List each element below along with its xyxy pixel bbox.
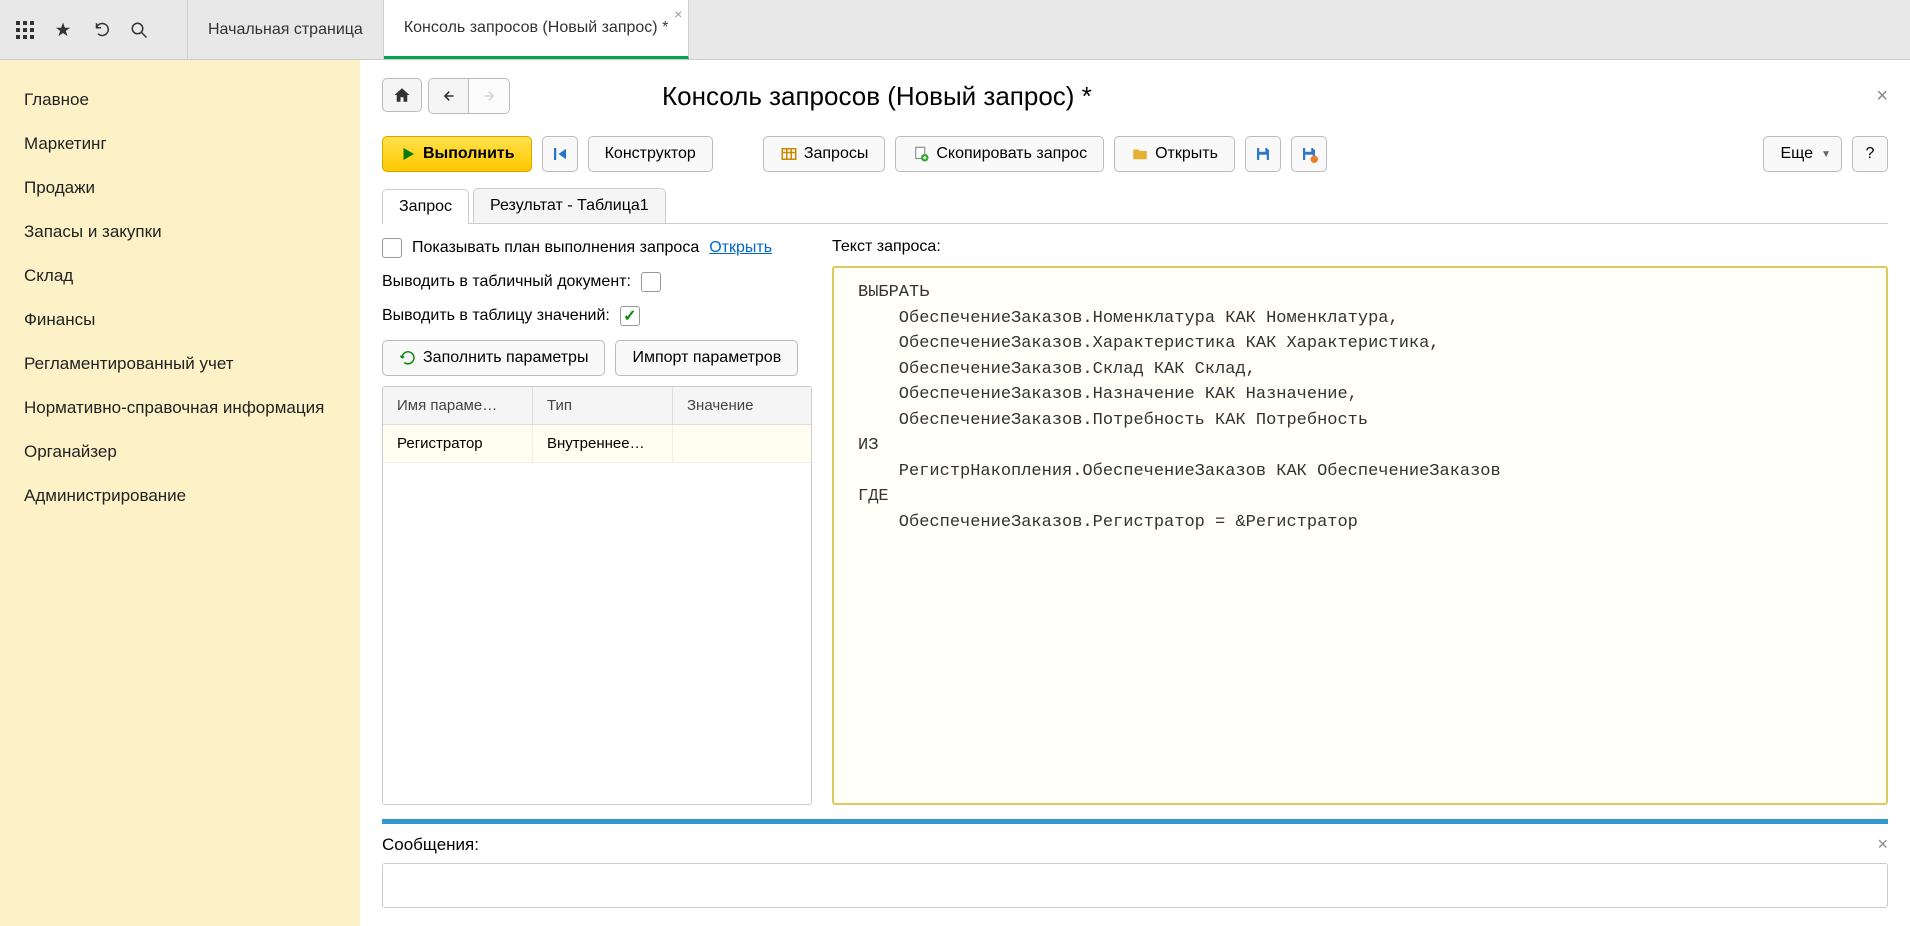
sidebar-item-marketing[interactable]: Маркетинг xyxy=(0,122,360,166)
save-as-button[interactable] xyxy=(1291,136,1327,172)
sidebar-item-reference[interactable]: Нормативно-справочная информация xyxy=(0,386,360,430)
show-plan-checkbox[interactable] xyxy=(382,238,402,258)
sub-tabs: Запрос Результат - Таблица1 xyxy=(382,188,1888,224)
cell-value xyxy=(673,425,811,462)
title-row: Консоль запросов (Новый запрос) * × xyxy=(382,78,1888,114)
output-tabular-checkbox[interactable] xyxy=(641,272,661,292)
tab-label: Консоль запросов (Новый запрос) * xyxy=(404,19,668,37)
separator[interactable] xyxy=(382,819,1888,824)
content-area: Консоль запросов (Новый запрос) * × Выпо… xyxy=(360,60,1910,926)
help-icon: ? xyxy=(1866,145,1875,163)
search-icon[interactable] xyxy=(128,19,150,41)
forward-button xyxy=(469,79,509,113)
button-label: Запросы xyxy=(804,145,869,163)
toolbar: Выполнить Конструктор Запросы Скопироват… xyxy=(382,136,1888,172)
sidebar-item-admin[interactable]: Администрирование xyxy=(0,474,360,518)
execute-button[interactable]: Выполнить xyxy=(382,136,532,172)
sidebar-item-finance[interactable]: Финансы xyxy=(0,298,360,342)
button-label: Конструктор xyxy=(605,145,696,163)
cell-name: Регистратор xyxy=(383,425,533,462)
save-as-icon xyxy=(1300,145,1318,163)
option-label: Выводить в таблицу значений: xyxy=(382,307,610,325)
button-label: Заполнить параметры xyxy=(423,349,588,367)
button-label: Еще xyxy=(1780,145,1813,163)
top-bar: Начальная страница Консоль запросов (Нов… xyxy=(0,0,1910,60)
open-button[interactable]: Открыть xyxy=(1114,136,1235,172)
options-panel: Показывать план выполнения запроса Откры… xyxy=(382,238,812,805)
constructor-button[interactable]: Конструктор xyxy=(588,136,713,172)
messages-header: Сообщения: × xyxy=(382,834,1888,855)
sidebar-item-stock[interactable]: Запасы и закупки xyxy=(0,210,360,254)
button-label: Выполнить xyxy=(423,145,515,163)
apps-icon[interactable] xyxy=(14,19,36,41)
button-label: Открыть xyxy=(1155,145,1218,163)
table-row[interactable]: Регистратор Внутреннее… xyxy=(383,425,811,463)
back-button[interactable] xyxy=(429,79,469,113)
messages-label: Сообщения: xyxy=(382,835,479,855)
favorites-icon[interactable] xyxy=(52,19,74,41)
sidebar: Главное Маркетинг Продажи Запасы и закуп… xyxy=(0,60,360,926)
sidebar-item-organizer[interactable]: Органайзер xyxy=(0,430,360,474)
col-value[interactable]: Значение xyxy=(673,387,811,424)
folder-open-icon xyxy=(1131,145,1149,163)
close-icon[interactable]: × xyxy=(674,6,682,22)
open-plan-link[interactable]: Открыть xyxy=(709,239,772,257)
save-button[interactable] xyxy=(1245,136,1281,172)
fill-params-button[interactable]: Заполнить параметры xyxy=(382,340,605,376)
topbar-actions xyxy=(0,0,188,59)
import-params-button[interactable]: Импорт параметров xyxy=(615,340,798,376)
step-button[interactable] xyxy=(542,136,578,172)
table-header: Имя параме… Тип Значение xyxy=(383,387,811,425)
tab-start-page[interactable]: Начальная страница xyxy=(188,0,384,59)
refresh-icon xyxy=(399,349,417,367)
query-label: Текст запроса: xyxy=(832,238,1888,256)
sidebar-item-regulated[interactable]: Регламентированный учет xyxy=(0,342,360,386)
table-icon xyxy=(780,145,798,163)
tab-query-console[interactable]: Консоль запросов (Новый запрос) * × xyxy=(384,0,689,59)
play-icon xyxy=(399,145,417,163)
col-type[interactable]: Тип xyxy=(533,387,673,424)
queries-button[interactable]: Запросы xyxy=(763,136,886,172)
more-button[interactable]: Еще xyxy=(1763,136,1842,172)
option-label: Показывать план выполнения запроса xyxy=(412,239,699,257)
step-icon xyxy=(551,145,569,163)
button-label: Скопировать запрос xyxy=(936,145,1087,163)
window-tabs: Начальная страница Консоль запросов (Нов… xyxy=(188,0,689,59)
messages-box[interactable] xyxy=(382,863,1888,908)
button-label: Импорт параметров xyxy=(632,349,781,367)
copy-icon xyxy=(912,145,930,163)
tab-label: Начальная страница xyxy=(208,21,363,39)
sidebar-item-main[interactable]: Главное xyxy=(0,78,360,122)
query-text-input[interactable]: ВЫБРАТЬ ОбеспечениеЗаказов.Номенклатура … xyxy=(832,266,1888,805)
close-page-icon[interactable]: × xyxy=(1876,85,1888,108)
param-table: Имя параме… Тип Значение Регистратор Вну… xyxy=(382,386,812,805)
sidebar-item-warehouse[interactable]: Склад xyxy=(0,254,360,298)
work-area: Показывать план выполнения запроса Откры… xyxy=(382,224,1888,805)
subtab-query[interactable]: Запрос xyxy=(382,189,469,224)
col-name[interactable]: Имя параме… xyxy=(383,387,533,424)
output-table-checkbox[interactable] xyxy=(620,306,640,326)
cell-type: Внутреннее… xyxy=(533,425,673,462)
sidebar-item-sales[interactable]: Продажи xyxy=(0,166,360,210)
page-title: Консоль запросов (Новый запрос) * xyxy=(662,81,1092,112)
help-button[interactable]: ? xyxy=(1852,136,1888,172)
home-button[interactable] xyxy=(382,78,422,112)
close-messages-icon[interactable]: × xyxy=(1877,834,1888,855)
save-icon xyxy=(1254,145,1272,163)
history-icon[interactable] xyxy=(90,19,112,41)
subtab-result[interactable]: Результат - Таблица1 xyxy=(473,188,666,223)
option-label: Выводить в табличный документ: xyxy=(382,273,631,291)
query-panel: Текст запроса: ВЫБРАТЬ ОбеспечениеЗаказо… xyxy=(832,238,1888,805)
copy-query-button[interactable]: Скопировать запрос xyxy=(895,136,1104,172)
